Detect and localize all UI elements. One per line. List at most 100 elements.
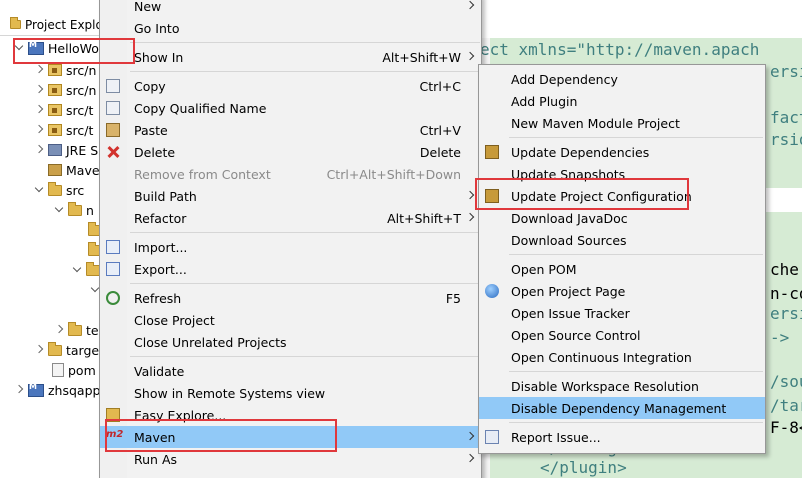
tree-item-label: JRE S <box>66 142 99 158</box>
collapse-icon[interactable] <box>54 205 64 215</box>
tree-item-src[interactable]: src <box>34 180 84 200</box>
menu-item-add-plugin[interactable]: Add Plugin <box>479 90 765 112</box>
m2-maven-icon: m2 <box>106 429 124 440</box>
menu-item-open-source-control[interactable]: Open Source Control <box>479 324 765 346</box>
folder-icon <box>68 201 82 216</box>
copy-icon <box>106 79 120 93</box>
menu-item-copy[interactable]: Copy Ctrl+C <box>100 75 481 97</box>
menu-item-download-sources[interactable]: Download Sources <box>479 229 765 251</box>
code-line: rsion <box>770 130 802 149</box>
expand-icon[interactable] <box>34 85 44 95</box>
code-line: /tar <box>770 396 802 415</box>
tree-item-test[interactable]: te <box>54 320 99 340</box>
menu-item-close-unrelated-projects[interactable]: Close Unrelated Projects <box>100 331 481 353</box>
code-line: fact <box>770 108 802 127</box>
menu-separator <box>509 422 763 423</box>
menu-item-open-project-page[interactable]: Open Project Page <box>479 280 765 302</box>
menu-item-export[interactable]: Export... <box>100 258 481 280</box>
menu-item-report-issue[interactable]: Report Issue... <box>479 426 765 448</box>
expand-icon[interactable] <box>34 145 44 155</box>
source-folder-icon <box>48 124 62 136</box>
menu-item-go-into[interactable]: Go Into <box>100 17 481 39</box>
expand-icon[interactable] <box>34 345 44 355</box>
tree-item-label: src <box>66 182 85 198</box>
menu-item-new-maven-module-project[interactable]: New Maven Module Project <box>479 112 765 134</box>
expand-icon[interactable] <box>34 105 44 115</box>
tree-item-maven-dependencies[interactable]: Mave <box>48 160 100 180</box>
tree-item-pom[interactable]: pom <box>52 360 96 380</box>
menu-item-open-issue-tracker[interactable]: Open Issue Tracker <box>479 302 765 324</box>
menu-separator <box>130 356 480 357</box>
tree-item-label: te <box>86 322 99 338</box>
update-icon <box>485 145 499 159</box>
menu-item-new[interactable]: New <box>100 0 481 17</box>
menu-item-open-continuous-integration[interactable]: Open Continuous Integration <box>479 346 765 368</box>
menu-item-show-in[interactable]: Show In Alt+Shift+W <box>100 46 481 68</box>
menu-item-run-as[interactable]: Run As <box>100 448 481 470</box>
tree-item-jre-system-library[interactable]: JRE S <box>34 140 98 160</box>
menu-item-close-project[interactable]: Close Project <box>100 309 481 331</box>
menu-item-disable-dependency-management[interactable]: Disable Dependency Management <box>479 397 765 419</box>
tree-item-target[interactable]: targe <box>34 340 99 360</box>
menu-item-add-dependency[interactable]: Add Dependency <box>479 68 765 90</box>
menu-item-download-javadoc[interactable]: Download JavaDoc <box>479 207 765 229</box>
submenu-arrow-icon <box>465 0 475 10</box>
menu-item-show-in-remote-systems[interactable]: Show in Remote Systems view <box>100 382 481 404</box>
menu-item-remove-from-context: Remove from Context Ctrl+Alt+Shift+Down <box>134 166 461 182</box>
tree-item-label: HelloWo <box>48 40 99 56</box>
menu-item-update-dependencies[interactable]: Update Dependencies <box>479 141 765 163</box>
tree-item-src-test-java[interactable]: src/t <box>34 100 93 120</box>
menu-item-refresh[interactable]: Refresh F5 <box>100 287 481 309</box>
menu-separator <box>130 232 480 233</box>
xml-file-icon <box>52 363 64 377</box>
update-icon <box>485 189 499 203</box>
menu-item-copy-qualified-name[interactable]: Copy Qualified Name <box>100 97 481 119</box>
tree-item-src-main-java[interactable]: src/n <box>34 60 96 80</box>
tree-item-helloworld[interactable]: HelloWo <box>14 38 99 58</box>
collapse-icon[interactable] <box>14 43 24 53</box>
code-line: ect xmlns="http://maven.apach <box>480 40 760 59</box>
tree-item-src-main-resources[interactable]: src/n <box>34 80 96 100</box>
collapse-icon[interactable] <box>34 185 44 195</box>
menu-item-easy-explore[interactable]: Easy Explore... <box>100 404 481 426</box>
menu-item-build-path[interactable]: Build Path <box>100 185 481 207</box>
source-folder-icon <box>48 84 62 96</box>
submenu-arrow-icon <box>465 51 475 61</box>
tree-item-zhsqapp[interactable]: zhsqapp <box>14 380 100 400</box>
expand-icon[interactable] <box>14 385 24 395</box>
menu-item-maven[interactable]: m2 Maven <box>100 426 481 448</box>
tree-item-label: src/t <box>66 102 94 118</box>
menu-item-open-pom[interactable]: Open POM <box>479 258 765 280</box>
submenu-arrow-icon <box>465 212 475 222</box>
menu-item-refactor[interactable]: Refactor Alt+Shift+T <box>100 207 481 229</box>
submenu-arrow-icon <box>465 453 475 463</box>
menu-item-delete[interactable]: Delete Delete <box>100 141 481 163</box>
tree-item-label: Mave <box>66 162 100 178</box>
expand-icon[interactable] <box>54 325 64 335</box>
refresh-icon <box>106 291 120 305</box>
folder-icon <box>68 321 82 336</box>
tree-item-src-test-resources[interactable]: src/t <box>34 120 93 140</box>
collapse-icon[interactable] <box>72 265 82 275</box>
tree-item-main[interactable]: n <box>54 200 94 220</box>
menu-item-update-project-configuration[interactable]: Update Project Configuration <box>479 185 765 207</box>
expand-icon[interactable] <box>34 125 44 135</box>
tree-item-label: zhsqapp <box>48 382 101 398</box>
menu-item-paste[interactable]: Paste Ctrl+V <box>100 119 481 141</box>
code-line: che. <box>770 260 802 279</box>
menu-item-validate[interactable]: Validate <box>100 360 481 382</box>
explorer-icon <box>10 17 21 29</box>
globe-icon <box>485 284 499 298</box>
menu-item-disable-workspace-resolution[interactable]: Disable Workspace Resolution <box>479 375 765 397</box>
code-line: /sou <box>770 372 802 391</box>
import-icon <box>106 240 120 254</box>
context-menu: New Go Into Show In Alt+Shift+W Copy Ctr… <box>99 0 482 478</box>
menu-item-update-snapshots[interactable]: Update Snapshots <box>479 163 765 185</box>
folder-icon <box>106 408 120 422</box>
menu-item-import[interactable]: Import... <box>100 236 481 258</box>
paste-icon <box>106 123 120 137</box>
tree-item-folder[interactable] <box>72 260 100 280</box>
expand-icon[interactable] <box>34 65 44 75</box>
maven-library-icon <box>48 164 62 176</box>
menu-separator <box>130 283 480 284</box>
